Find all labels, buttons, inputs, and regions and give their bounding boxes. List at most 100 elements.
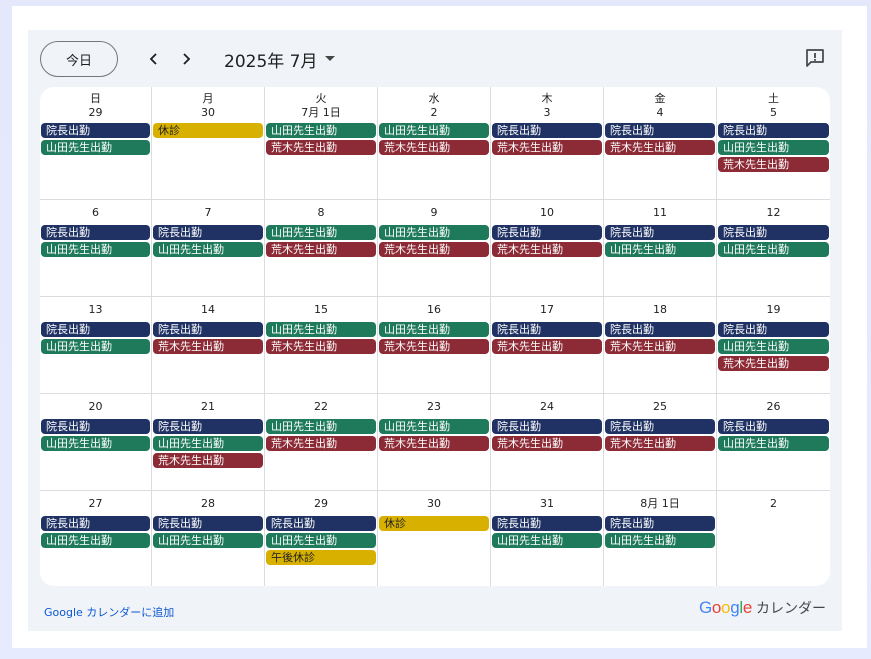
day-cell[interactable]: 6 院長出勤 山田先生出勤 xyxy=(40,200,152,297)
event-chip[interactable]: 院長出勤 xyxy=(718,322,829,337)
event-chip[interactable]: 午後休診 xyxy=(266,550,376,565)
event-chip[interactable]: 院長出勤 xyxy=(492,516,602,531)
event-chip[interactable]: 山田先生出勤 xyxy=(153,533,263,548)
event-chip[interactable]: 山田先生出勤 xyxy=(379,419,489,434)
event-chip[interactable]: 荒木先生出勤 xyxy=(492,242,602,257)
event-chip[interactable]: 山田先生出勤 xyxy=(492,533,602,548)
day-cell[interactable]: 26 院長出勤 山田先生出勤 xyxy=(717,394,830,491)
event-chip[interactable]: 院長出勤 xyxy=(41,225,150,240)
event-chip[interactable]: 荒木先生出勤 xyxy=(718,157,829,172)
next-month-button[interactable] xyxy=(174,47,198,71)
event-chip[interactable]: 院長出勤 xyxy=(605,516,715,531)
day-cell[interactable]: 22 山田先生出勤 荒木先生出勤 xyxy=(265,394,378,491)
event-chip[interactable]: 院長出勤 xyxy=(492,419,602,434)
event-chip[interactable]: 山田先生出勤 xyxy=(718,436,829,451)
day-cell[interactable]: 27 院長出勤 山田先生出勤 xyxy=(40,491,152,586)
event-chip[interactable]: 山田先生出勤 xyxy=(153,436,263,451)
event-chip[interactable]: 荒木先生出勤 xyxy=(153,453,263,468)
event-chip[interactable]: 院長出勤 xyxy=(153,419,263,434)
event-chip[interactable]: 荒木先生出勤 xyxy=(492,140,602,155)
day-cell[interactable]: 16 山田先生出勤 荒木先生出勤 xyxy=(378,297,491,394)
event-chip[interactable]: 荒木先生出勤 xyxy=(379,339,489,354)
day-cell[interactable]: 29 院長出勤 山田先生出勤 午後休診 xyxy=(265,491,378,586)
day-cell[interactable]: 水 2 山田先生出勤 荒木先生出勤 xyxy=(378,87,491,200)
event-chip[interactable]: 山田先生出勤 xyxy=(41,140,150,155)
event-chip[interactable]: 院長出勤 xyxy=(605,322,715,337)
event-chip[interactable]: 荒木先生出勤 xyxy=(379,436,489,451)
event-chip[interactable]: 山田先生出勤 xyxy=(266,419,376,434)
today-button[interactable]: 今日 xyxy=(40,41,118,77)
day-cell[interactable]: 木 3 院長出勤 荒木先生出勤 xyxy=(491,87,604,200)
event-chip[interactable]: 荒木先生出勤 xyxy=(492,339,602,354)
day-cell[interactable]: 2 xyxy=(717,491,830,586)
day-cell[interactable]: 15 山田先生出勤 荒木先生出勤 xyxy=(265,297,378,394)
event-chip[interactable]: 荒木先生出勤 xyxy=(379,140,489,155)
event-chip[interactable]: 山田先生出勤 xyxy=(718,339,829,354)
day-cell[interactable]: 7 院長出勤 山田先生出勤 xyxy=(152,200,265,297)
event-chip[interactable]: 院長出勤 xyxy=(718,225,829,240)
event-chip[interactable]: 山田先生出勤 xyxy=(718,242,829,257)
event-chip[interactable]: 荒木先生出勤 xyxy=(492,436,602,451)
event-chip[interactable]: 荒木先生出勤 xyxy=(266,242,376,257)
event-chip[interactable]: 山田先生出勤 xyxy=(379,225,489,240)
event-chip[interactable]: 院長出勤 xyxy=(492,322,602,337)
event-chip[interactable]: 休診 xyxy=(379,516,489,531)
day-cell[interactable]: 13 院長出勤 山田先生出勤 xyxy=(40,297,152,394)
event-chip[interactable]: 山田先生出勤 xyxy=(266,533,376,548)
event-chip[interactable]: 山田先生出勤 xyxy=(153,242,263,257)
day-cell[interactable]: 8 山田先生出勤 荒木先生出勤 xyxy=(265,200,378,297)
event-chip[interactable]: 荒木先生出勤 xyxy=(605,339,715,354)
day-cell[interactable]: 8月 1日 院長出勤 山田先生出勤 xyxy=(604,491,717,586)
day-cell[interactable]: 24 院長出勤 荒木先生出勤 xyxy=(491,394,604,491)
day-cell[interactable]: 月 30 休診 xyxy=(152,87,265,200)
event-chip[interactable]: 院長出勤 xyxy=(605,225,715,240)
event-chip[interactable]: 院長出勤 xyxy=(41,516,150,531)
event-chip[interactable]: 院長出勤 xyxy=(718,419,829,434)
event-chip[interactable]: 荒木先生出勤 xyxy=(605,436,715,451)
google-calendar-brand[interactable]: Google カレンダー xyxy=(699,598,826,618)
event-chip[interactable]: 山田先生出勤 xyxy=(266,322,376,337)
event-chip[interactable]: 院長出勤 xyxy=(266,516,376,531)
event-chip[interactable]: 院長出勤 xyxy=(41,322,150,337)
event-chip[interactable]: 院長出勤 xyxy=(492,225,602,240)
day-cell[interactable]: 25 院長出勤 荒木先生出勤 xyxy=(604,394,717,491)
event-chip[interactable]: 院長出勤 xyxy=(153,225,263,240)
event-chip[interactable]: 院長出勤 xyxy=(41,123,150,138)
event-chip[interactable]: 院長出勤 xyxy=(718,123,829,138)
event-chip[interactable]: 院長出勤 xyxy=(492,123,602,138)
event-chip[interactable]: 山田先生出勤 xyxy=(41,242,150,257)
event-chip[interactable]: 山田先生出勤 xyxy=(379,123,489,138)
event-chip[interactable]: 荒木先生出勤 xyxy=(379,242,489,257)
day-cell[interactable]: 31 院長出勤 山田先生出勤 xyxy=(491,491,604,586)
event-chip[interactable]: 山田先生出勤 xyxy=(41,533,150,548)
event-chip[interactable]: 休診 xyxy=(153,123,263,138)
event-chip[interactable]: 院長出勤 xyxy=(41,419,150,434)
event-chip[interactable]: 院長出勤 xyxy=(605,123,715,138)
event-chip[interactable]: 荒木先生出勤 xyxy=(153,339,263,354)
event-chip[interactable]: 山田先生出勤 xyxy=(266,225,376,240)
event-chip[interactable]: 院長出勤 xyxy=(605,419,715,434)
event-chip[interactable]: 荒木先生出勤 xyxy=(266,436,376,451)
day-cell[interactable]: 土 5 院長出勤 山田先生出勤 荒木先生出勤 xyxy=(717,87,830,200)
day-cell[interactable]: 12 院長出勤 山田先生出勤 xyxy=(717,200,830,297)
add-to-google-calendar-link[interactable]: Google カレンダーに追加 xyxy=(44,604,174,620)
event-chip[interactable]: 山田先生出勤 xyxy=(605,533,715,548)
event-chip[interactable]: 荒木先生出勤 xyxy=(266,140,376,155)
day-cell[interactable]: 10 院長出勤 荒木先生出勤 xyxy=(491,200,604,297)
day-cell[interactable]: 30 休診 xyxy=(378,491,491,586)
event-chip[interactable]: 院長出勤 xyxy=(153,516,263,531)
event-chip[interactable]: 山田先生出勤 xyxy=(41,339,150,354)
event-chip[interactable]: 院長出勤 xyxy=(153,322,263,337)
event-chip[interactable]: 荒木先生出勤 xyxy=(266,339,376,354)
day-cell[interactable]: 21 院長出勤 山田先生出勤 荒木先生出勤 xyxy=(152,394,265,491)
prev-month-button[interactable] xyxy=(142,47,166,71)
event-chip[interactable]: 山田先生出勤 xyxy=(379,322,489,337)
day-cell[interactable]: 11 院長出勤 山田先生出勤 xyxy=(604,200,717,297)
event-chip[interactable]: 荒木先生出勤 xyxy=(718,356,829,371)
day-cell[interactable]: 14 院長出勤 荒木先生出勤 xyxy=(152,297,265,394)
day-cell[interactable]: 金 4 院長出勤 荒木先生出勤 xyxy=(604,87,717,200)
day-cell[interactable]: 20 院長出勤 山田先生出勤 xyxy=(40,394,152,491)
day-cell[interactable]: 19 院長出勤 山田先生出勤 荒木先生出勤 xyxy=(717,297,830,394)
day-cell[interactable]: 17 院長出勤 荒木先生出勤 xyxy=(491,297,604,394)
day-cell[interactable]: 9 山田先生出勤 荒木先生出勤 xyxy=(378,200,491,297)
